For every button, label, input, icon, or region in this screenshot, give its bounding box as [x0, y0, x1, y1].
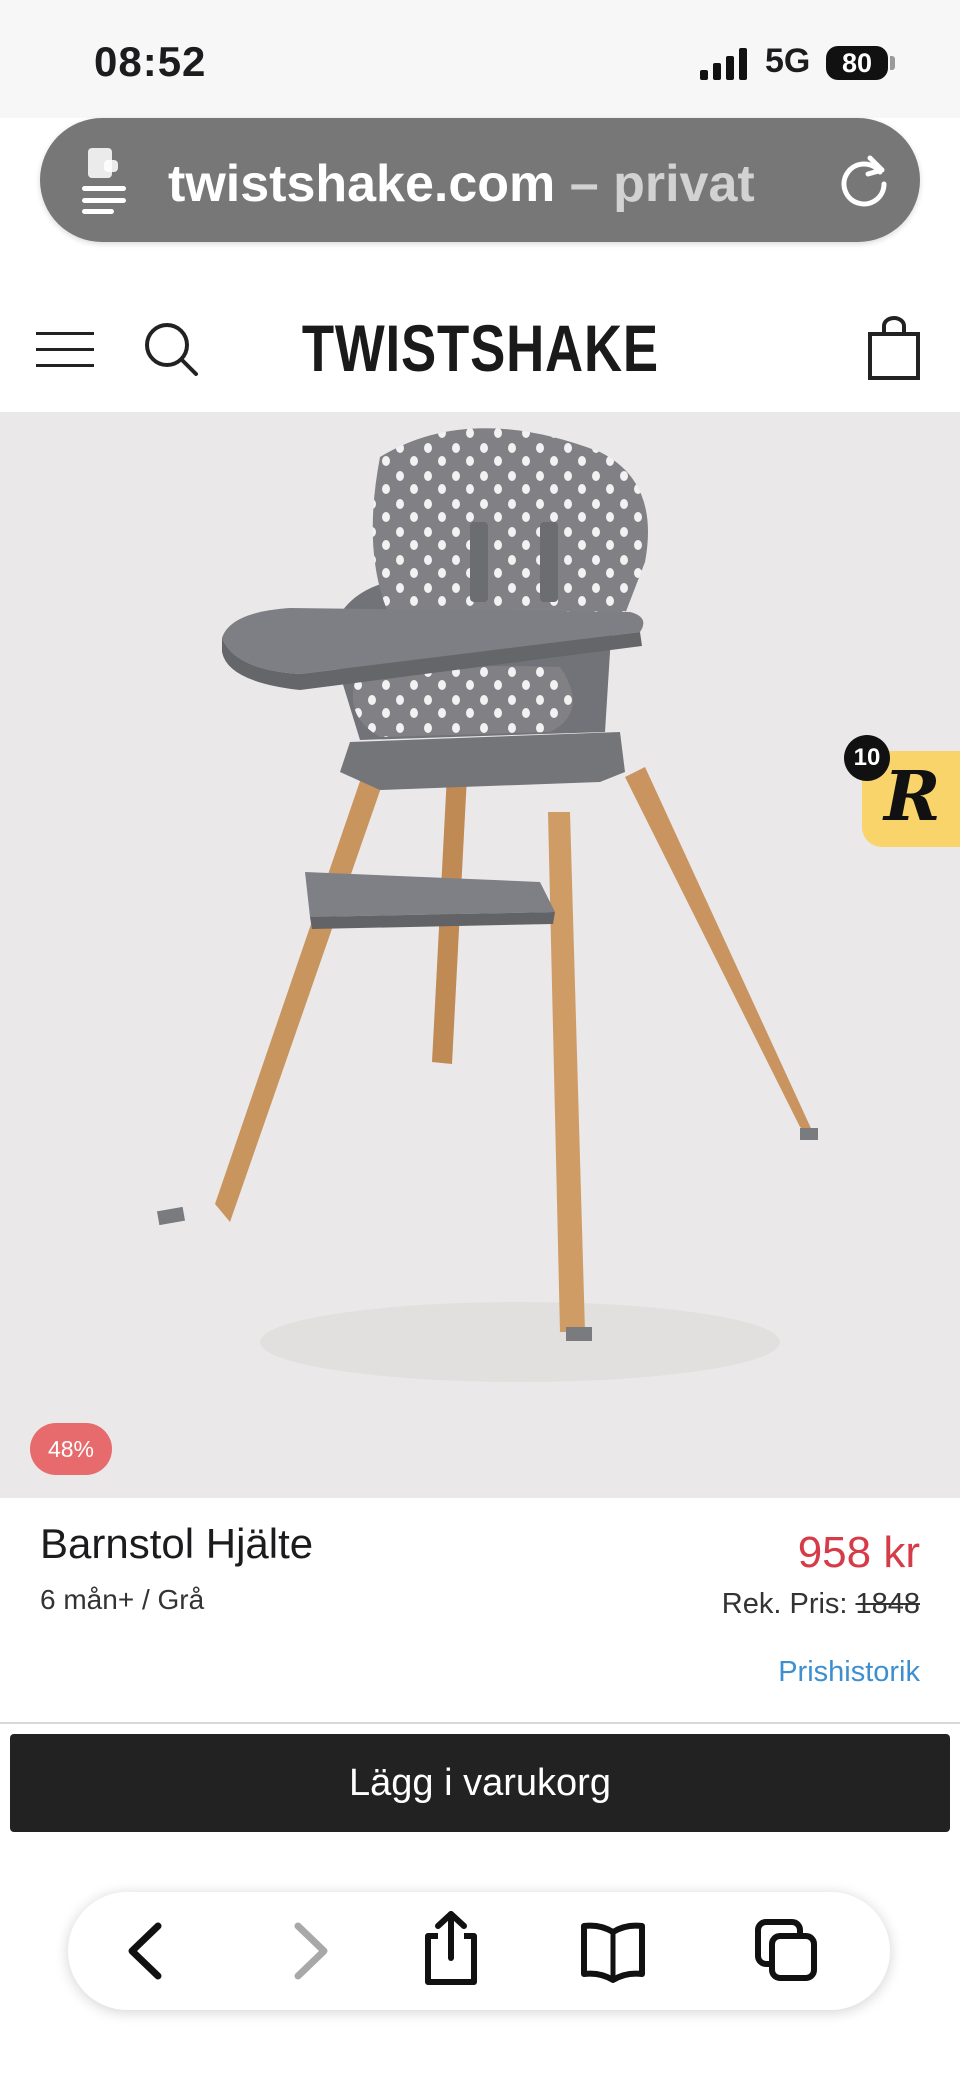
recommended-price-label: Rek. Pris:	[721, 1588, 848, 1620]
site-logo[interactable]: TWISTSHAKE	[96, 310, 864, 386]
highchair-photo	[156, 428, 818, 1382]
bookmarks-icon[interactable]	[580, 1918, 646, 1984]
add-to-cart-button[interactable]: Lägg i varukorg	[10, 1734, 950, 1832]
product-info: Barnstol Hjälte 6 mån+ / Grå 958 kr Rek.…	[0, 1498, 960, 1722]
reload-icon[interactable]	[836, 152, 892, 208]
signal-icon	[700, 48, 747, 80]
battery-icon: 80	[826, 46, 888, 80]
product-price: 958 kr	[797, 1528, 920, 1577]
product-image[interactable]: 48% R 10	[0, 412, 960, 1498]
old-price: 1848	[855, 1588, 920, 1620]
browser-toolbar	[68, 1892, 890, 2010]
product-name: Barnstol Hjälte	[40, 1520, 314, 1567]
page-settings-icon[interactable]	[78, 146, 134, 214]
status-bar: 08:52 5G 80	[0, 0, 960, 118]
discount-badge: 48%	[30, 1423, 112, 1475]
url-text[interactable]: twistshake.com – privat	[168, 154, 755, 214]
reviews-logo-icon: R	[884, 757, 941, 837]
back-icon[interactable]	[116, 1918, 182, 1984]
recommended-price: Rek. Pris: 1848	[722, 1588, 920, 1621]
menu-icon[interactable]	[36, 330, 94, 370]
url-domain: twistshake.com	[168, 155, 556, 213]
site-header: TWISTSHAKE	[0, 290, 960, 412]
shopping-bag-icon[interactable]	[866, 316, 922, 382]
forward-icon[interactable]	[274, 1918, 340, 1984]
private-mode-label: – privat	[569, 155, 755, 213]
address-bar[interactable]: twistshake.com – privat	[40, 118, 920, 242]
product-variant: 6 mån+ / Grå	[40, 1584, 205, 1615]
battery-cap	[890, 56, 895, 70]
reviews-count-badge[interactable]: 10	[844, 735, 890, 781]
tabs-icon[interactable]	[754, 1918, 820, 1984]
network-type: 5G	[765, 42, 811, 80]
divider	[0, 1722, 960, 1724]
status-time: 08:52	[94, 38, 207, 85]
share-icon[interactable]	[418, 1910, 484, 1988]
price-history-link[interactable]: Prishistorik	[778, 1656, 920, 1689]
